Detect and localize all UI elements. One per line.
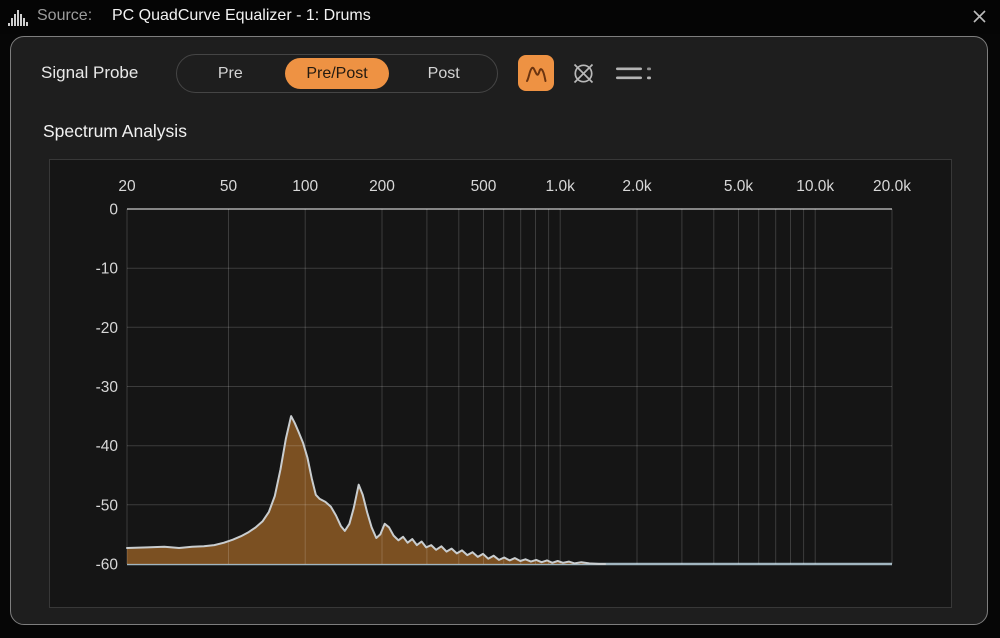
window-titlebar: Source: PC QuadCurve Equalizer - 1: Drum… bbox=[0, 0, 1000, 34]
svg-text:500: 500 bbox=[471, 178, 497, 195]
probe-segmented-control: Pre Pre/Post Post bbox=[176, 54, 498, 93]
svg-text:0: 0 bbox=[109, 202, 118, 219]
main-panel: Signal Probe Pre Pre/Post Post Spectrum … bbox=[10, 36, 988, 625]
svg-text:-30: -30 bbox=[96, 379, 119, 396]
close-icon bbox=[972, 9, 987, 24]
segment-pre[interactable]: Pre bbox=[178, 58, 283, 89]
svg-text:20: 20 bbox=[118, 178, 136, 195]
segment-pre-label: Pre bbox=[218, 65, 243, 83]
list-options-icon[interactable] bbox=[614, 64, 656, 83]
spectrum-analysis-chart: 20 50 100 200 500 1.0k 2.0k 5.0k 10.0k 20.0k 0 -10 -… bbox=[49, 159, 952, 608]
svg-text:-50: -50 bbox=[96, 497, 119, 514]
histogram-icon bbox=[8, 8, 30, 26]
svg-text:20.0k: 20.0k bbox=[873, 178, 911, 195]
window-title: PC QuadCurve Equalizer - 1: Drums bbox=[112, 7, 371, 25]
source-label: Source: bbox=[37, 7, 92, 25]
svg-text:1.0k: 1.0k bbox=[546, 178, 576, 195]
svg-text:100: 100 bbox=[292, 178, 318, 195]
svg-text:-60: -60 bbox=[96, 557, 119, 574]
svg-text:10.0k: 10.0k bbox=[796, 178, 834, 195]
segment-post[interactable]: Post bbox=[391, 58, 496, 89]
close-button[interactable] bbox=[966, 3, 992, 29]
svg-text:5.0k: 5.0k bbox=[724, 178, 754, 195]
signal-probe-label: Signal Probe bbox=[41, 63, 138, 83]
spectrum-chart-canvas: 20 50 100 200 500 1.0k 2.0k 5.0k 10.0k 20.0k 0 -10 -… bbox=[50, 160, 951, 607]
segment-pre-post[interactable]: Pre/Post bbox=[285, 58, 390, 89]
segment-post-label: Post bbox=[428, 65, 460, 83]
svg-text:-40: -40 bbox=[96, 438, 119, 455]
crossed-circle-icon[interactable] bbox=[571, 61, 596, 86]
spectrum-analyzer-toggle-button[interactable] bbox=[518, 55, 554, 91]
svg-text:200: 200 bbox=[369, 178, 395, 195]
svg-text:-10: -10 bbox=[96, 261, 119, 278]
svg-text:-20: -20 bbox=[96, 320, 119, 337]
segment-pre-post-label: Pre/Post bbox=[306, 65, 367, 83]
section-title: Spectrum Analysis bbox=[43, 121, 187, 142]
spectrum-curve-icon bbox=[523, 60, 549, 86]
svg-text:50: 50 bbox=[220, 178, 238, 195]
svg-text:2.0k: 2.0k bbox=[622, 178, 652, 195]
